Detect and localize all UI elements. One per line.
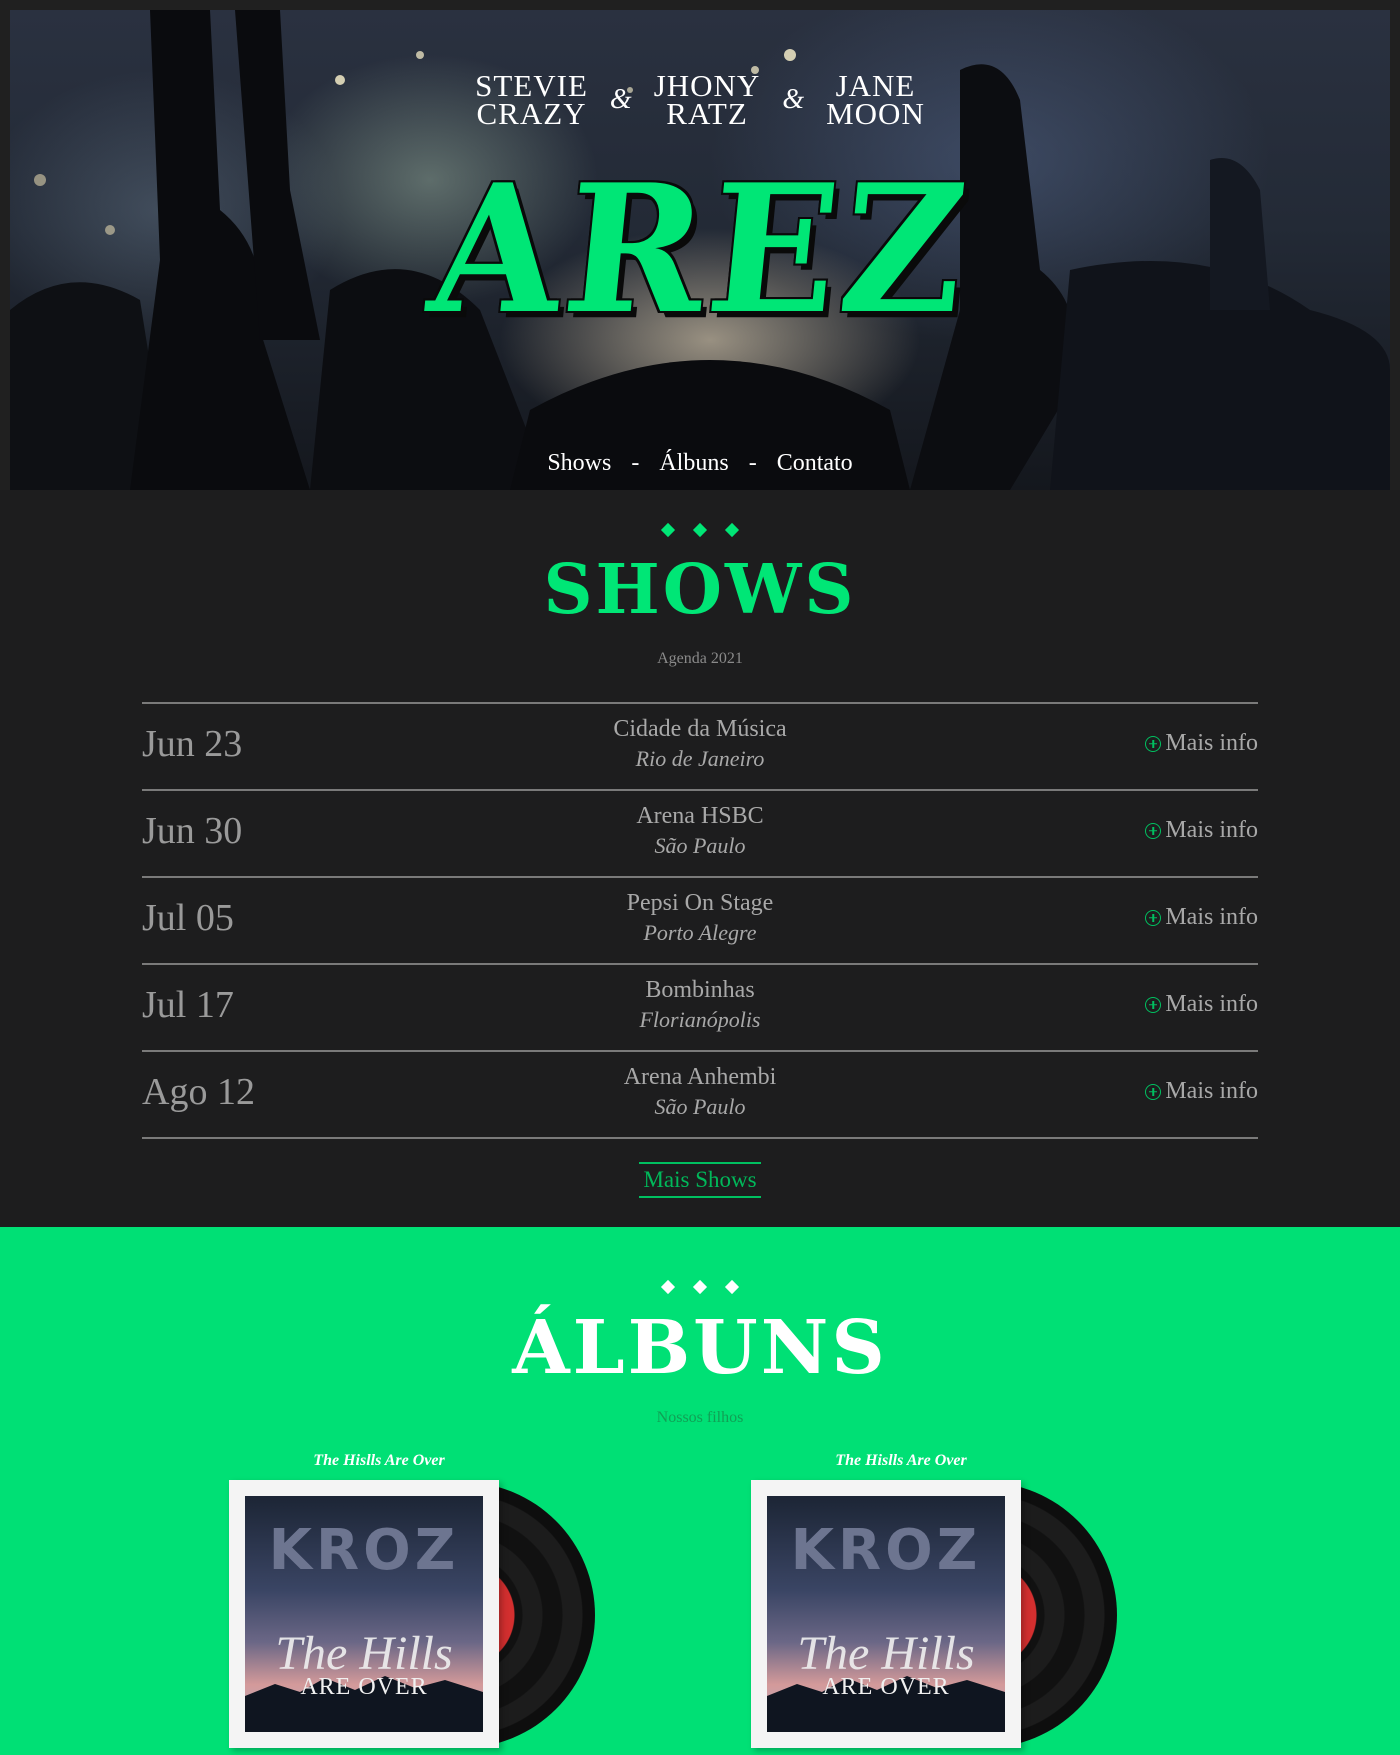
show-list: Jun 23 Cidade da Música Rio de Janeiro M… [142, 702, 1258, 1139]
more-info-label: Mais info [1165, 1078, 1258, 1104]
show-venue: Pepsi On Stage [626, 890, 774, 916]
diamond-icon [724, 522, 740, 538]
show-venue: Arena HSBC [636, 803, 764, 829]
member-2: JHONY RATZ [654, 70, 761, 131]
more-info-label: Mais info [1165, 904, 1258, 930]
section-divider [0, 522, 1400, 538]
cover-subtitle: ARE OVER [822, 1674, 950, 1700]
diamond-icon [660, 1279, 676, 1295]
diamond-icon [692, 1279, 708, 1295]
show-city: Florianópolis [639, 1007, 761, 1032]
show-city: São Paulo [654, 833, 746, 858]
more-info-link[interactable]: Mais info [1145, 904, 1258, 931]
show-row: Jul 05 Pepsi On Stage Porto Alegre Mais … [142, 878, 1258, 965]
albums-subtitle: Nossos filhos [656, 1409, 744, 1426]
shows-title: SHOWS [543, 550, 857, 630]
more-info-link[interactable]: Mais info [1145, 730, 1258, 757]
album-sleeve: KROZ The Hills ARE OVER [229, 1480, 499, 1748]
section-divider [0, 1279, 1400, 1295]
plus-circle-icon [1145, 822, 1162, 839]
member-3-last-name: MOON [826, 96, 925, 131]
more-info-label: Mais info [1165, 730, 1258, 756]
ampersand: & [782, 84, 805, 115]
album-sleeve: KROZ The Hills ARE OVER [751, 1480, 1021, 1748]
album-cover: KROZ The Hills ARE OVER [245, 1496, 483, 1732]
show-row: Jun 23 Cidade da Música Rio de Janeiro M… [142, 704, 1258, 791]
albums-title: ÁLBUNS [512, 1305, 888, 1391]
plus-circle-icon [1145, 735, 1162, 752]
plus-circle-icon [1145, 909, 1162, 926]
more-info-label: Mais info [1165, 817, 1258, 843]
more-info-link[interactable]: Mais info [1145, 817, 1258, 844]
member-2-last-name: RATZ [666, 96, 748, 131]
more-info-link[interactable]: Mais info [1145, 1078, 1258, 1105]
show-venue: Bombinhas [645, 977, 755, 1003]
album-title: The Hislls Are Over [313, 1452, 445, 1469]
diamond-icon [724, 1279, 740, 1295]
show-venue: Arena Anhembi [623, 1064, 777, 1090]
album-card[interactable]: The Hislls Are Over KROZ The Hills ARE O… [229, 1452, 629, 1748]
cover-subtitle: ARE OVER [300, 1674, 428, 1700]
more-info-link[interactable]: Mais info [1145, 991, 1258, 1018]
cover-band-name: KROZ [790, 1518, 982, 1583]
shows-subtitle: Agenda 2021 [657, 650, 743, 667]
nav-separator: - [748, 450, 757, 476]
albums-section: ÁLBUNS Nossos filhos The Hislls Are Over… [0, 1227, 1400, 1755]
band-logo: AREZ [421, 145, 979, 353]
show-city: Porto Alegre [643, 920, 757, 945]
ampersand: & [609, 84, 632, 115]
show-row: Jun 30 Arena HSBC São Paulo Mais info [142, 791, 1258, 878]
member-1: STEVIE CRAZY [475, 70, 588, 131]
show-row: Jul 17 Bombinhas Florianópolis Mais info [142, 965, 1258, 1052]
show-venue: Cidade da Música [613, 716, 787, 742]
album-title: The Hislls Are Over [835, 1452, 967, 1469]
more-info-label: Mais info [1165, 991, 1258, 1017]
hero-banner: STEVIE CRAZY & JHONY RATZ & JANE MOON AR… [10, 10, 1390, 490]
show-city: São Paulo [654, 1094, 746, 1119]
more-shows-button[interactable]: Mais Shows [639, 1162, 761, 1198]
diamond-icon [692, 522, 708, 538]
shows-section: SHOWS Agenda 2021 Jun 23 Cidade da Músic… [0, 490, 1400, 1227]
nav-separator: - [631, 450, 640, 476]
album-cover: KROZ The Hills ARE OVER [767, 1496, 1005, 1732]
plus-circle-icon [1145, 1083, 1162, 1100]
band-members: STEVIE CRAZY & JHONY RATZ & JANE MOON [10, 70, 1390, 131]
nav-link-contato[interactable]: Contato [777, 450, 853, 476]
member-1-last-name: CRAZY [476, 96, 587, 131]
cover-title: The Hills [275, 1627, 453, 1680]
member-3: JANE MOON [826, 70, 925, 131]
diamond-icon [660, 522, 676, 538]
cover-title: The Hills [797, 1627, 975, 1680]
main-nav: Shows - Álbuns - Contato [10, 450, 1390, 477]
plus-circle-icon [1145, 996, 1162, 1013]
nav-link-shows[interactable]: Shows [547, 450, 611, 476]
nav-link-albuns[interactable]: Álbuns [659, 450, 728, 476]
album-card[interactable]: The Hislls Are Over KROZ The Hills ARE O… [751, 1452, 1151, 1748]
show-city: Rio de Janeiro [635, 746, 765, 771]
show-row: Ago 12 Arena Anhembi São Paulo Mais info [142, 1052, 1258, 1139]
cover-band-name: KROZ [268, 1518, 460, 1583]
